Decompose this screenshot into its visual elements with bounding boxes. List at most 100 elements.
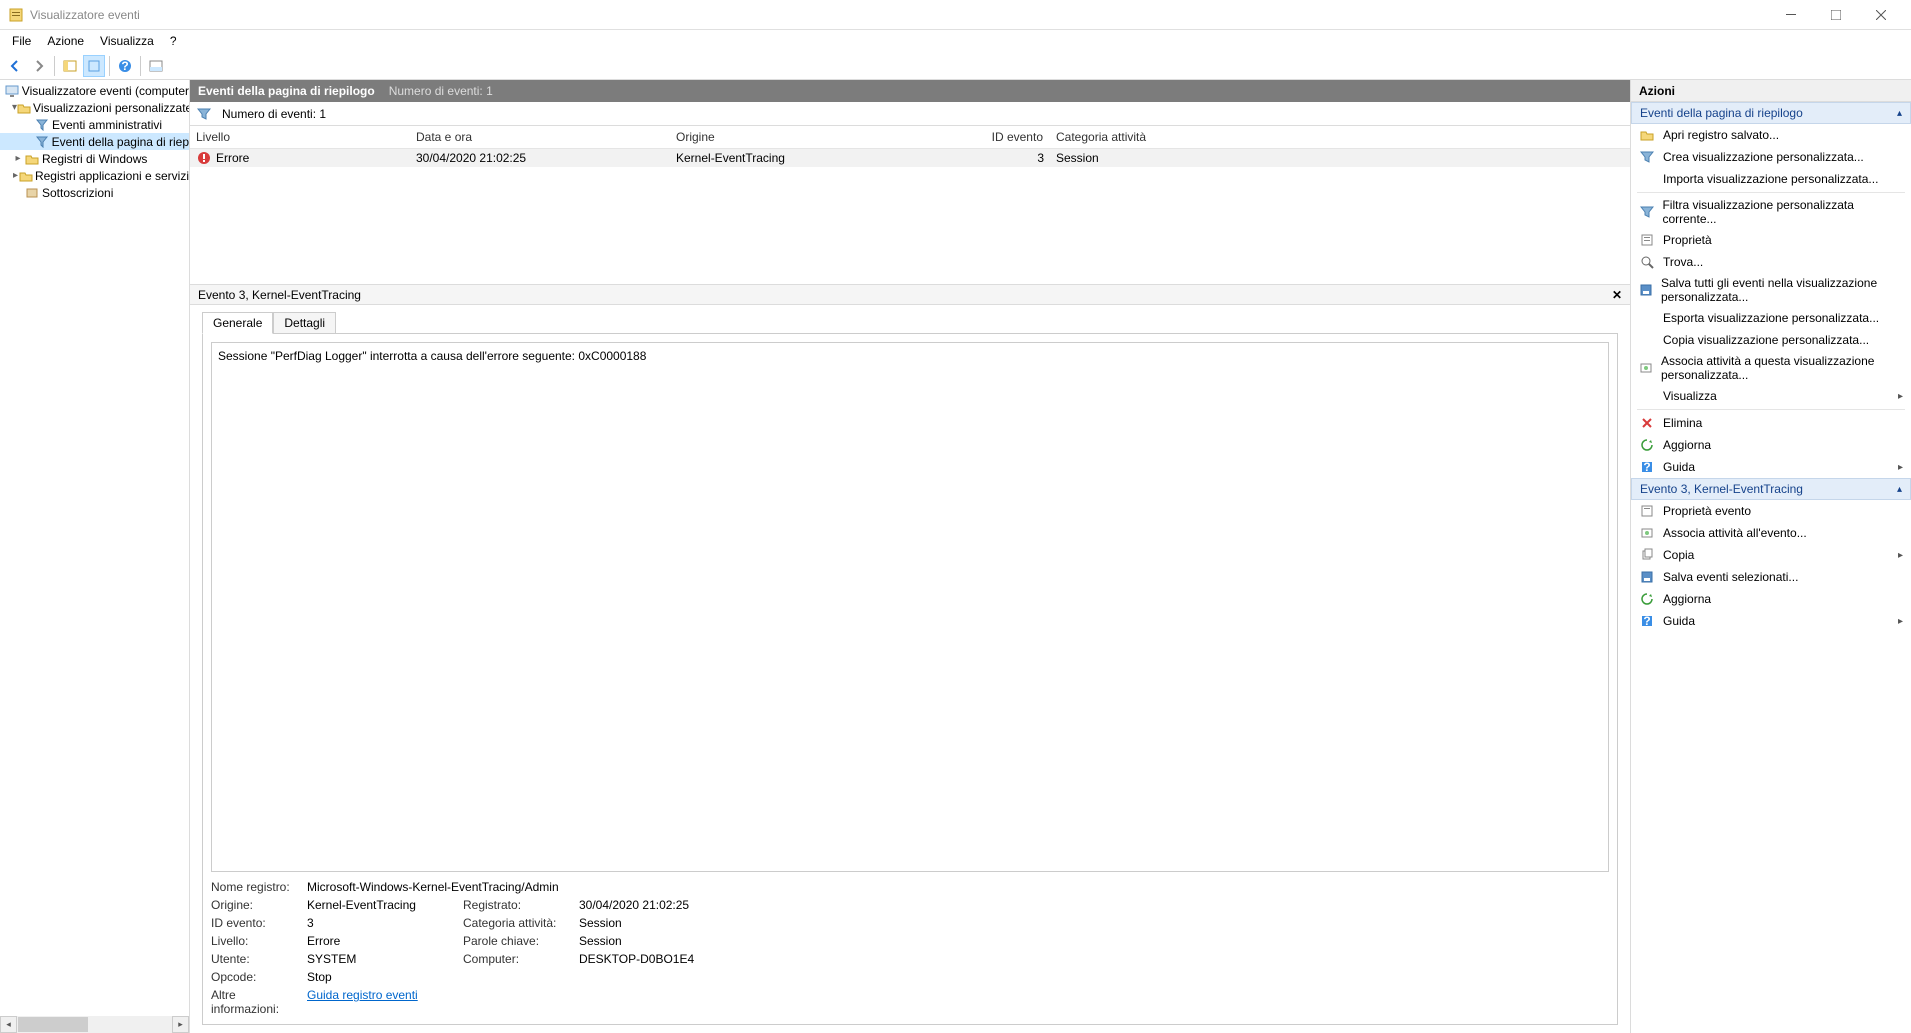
action-attach-task[interactable]: Associa attività a questa visualizzazion… [1631,351,1911,385]
event-row[interactable]: Errore 30/04/2020 21:02:25 Kernel-EventT… [190,149,1630,167]
action-help[interactable]: ?Guida▸ [1631,456,1911,478]
action-attach-event[interactable]: Associa attività all'evento... [1631,522,1911,544]
column-source[interactable]: Origine [670,127,980,147]
copy-icon [1639,547,1655,563]
properties-button[interactable] [83,55,105,77]
val-user: SYSTEM [307,952,457,966]
column-level[interactable]: Livello [190,127,410,147]
actions-title: Azioni [1631,80,1911,102]
column-id[interactable]: ID evento [980,127,1050,147]
blank-icon [1639,171,1655,187]
action-properties[interactable]: Proprietà [1631,229,1911,251]
action-delete[interactable]: Elimina [1631,412,1911,434]
expand-icon[interactable]: ▸ [12,170,19,181]
lbl-log-name: Nome registro: [211,880,301,894]
preview-pane-button[interactable] [145,55,167,77]
actions-section-event[interactable]: Evento 3, Kernel-EventTracing ▴ [1631,478,1911,500]
val-opcode: Stop [307,970,457,984]
action-copy[interactable]: Copia▸ [1631,544,1911,566]
submenu-arrow-icon: ▸ [1898,391,1903,402]
tab-general[interactable]: Generale [202,312,273,334]
tree-subscriptions[interactable]: Sottoscrizioni [0,184,189,201]
lbl-source: Origine: [211,898,301,912]
svg-text:?: ? [1643,460,1650,474]
save-icon [1639,569,1655,585]
cell-id: 3 [980,150,1050,166]
filter-icon [1639,204,1654,220]
action-label: Proprietà [1663,233,1712,247]
error-icon [196,150,212,166]
help-link[interactable]: Guida registro eventi [307,988,418,1002]
tree-custom-views[interactable]: ▾ Visualizzazioni personalizzate [0,99,189,116]
action-view[interactable]: Visualizza▸ [1631,385,1911,407]
column-date[interactable]: Data e ora [410,127,670,147]
action-open-saved[interactable]: Apri registro salvato... [1631,124,1911,146]
menu-action[interactable]: Azione [39,32,92,50]
action-import-view[interactable]: Importa visualizzazione personalizzata..… [1631,168,1911,190]
task-icon [1639,360,1653,376]
action-label: Proprietà evento [1663,504,1751,518]
action-label: Associa attività a questa visualizzazion… [1661,354,1903,382]
menu-help[interactable]: ? [162,32,185,50]
scroll-left-button[interactable]: ◂ [0,1016,17,1033]
menu-file[interactable]: File [4,32,39,50]
lbl-more-info: Altre informazioni: [211,988,301,1016]
toolbar-separator [140,56,141,76]
action-refresh[interactable]: Aggiorna [1631,434,1911,456]
delete-icon [1639,415,1655,431]
action-label: Crea visualizzazione personalizzata... [1663,150,1864,164]
val-level: Errore [307,934,457,948]
action-copy-view[interactable]: Copia visualizzazione personalizzata... [1631,329,1911,351]
tree-label: Registri di Windows [42,152,147,166]
folder-icon [24,151,40,167]
help-button[interactable]: ? [114,55,136,77]
collapse-icon[interactable]: ▴ [1897,484,1902,495]
action-export-view[interactable]: Esporta visualizzazione personalizzata..… [1631,307,1911,329]
grid-header: Livello Data e ora Origine ID evento Cat… [190,126,1630,149]
lbl-computer: Computer: [463,952,573,966]
minimize-button[interactable] [1768,0,1813,30]
show-hide-tree-button[interactable] [59,55,81,77]
action-refresh-event[interactable]: Aggiorna [1631,588,1911,610]
collapse-icon[interactable]: ▴ [1897,108,1902,119]
tree-label: Registri applicazioni e servizi [35,169,189,183]
tree-admin-events[interactable]: Eventi amministrativi [0,116,189,133]
action-save-selected[interactable]: Salva eventi selezionati... [1631,566,1911,588]
scroll-right-button[interactable]: ▸ [172,1016,189,1033]
tree-label: Visualizzazioni personalizzate [33,101,190,115]
center-header: Eventi della pagina di riepilogo Numero … [190,80,1630,102]
action-create-view[interactable]: Crea visualizzazione personalizzata... [1631,146,1911,168]
lbl-level: Livello: [211,934,301,948]
column-category[interactable]: Categoria attività [1050,127,1230,147]
tree-root[interactable]: Visualizzatore eventi (computer [0,82,189,99]
action-label: Associa attività all'evento... [1663,526,1807,540]
close-button[interactable] [1858,0,1903,30]
actions-section-view[interactable]: Eventi della pagina di riepilogo ▴ [1631,102,1911,124]
expand-icon[interactable]: ▸ [12,153,24,164]
event-grid: Livello Data e ora Origine ID evento Cat… [190,126,1630,284]
action-event-props[interactable]: Proprietà evento [1631,500,1911,522]
action-filter-view[interactable]: Filtra visualizzazione personalizzata co… [1631,195,1911,229]
action-save-all[interactable]: Salva tutti gli eventi nella visualizzaz… [1631,273,1911,307]
menu-view[interactable]: Visualizza [92,32,162,50]
tree-windows-logs[interactable]: ▸ Registri di Windows [0,150,189,167]
action-find[interactable]: Trova... [1631,251,1911,273]
toolbar-separator [54,56,55,76]
action-label: Guida [1663,460,1695,474]
tree-label: Visualizzatore eventi (computer [22,84,189,98]
filter-icon [196,106,212,122]
tree-app-services[interactable]: ▸ Registri applicazioni e servizi [0,167,189,184]
scroll-thumb[interactable] [18,1017,88,1032]
titlebar: Visualizzatore eventi [0,0,1911,30]
maximize-button[interactable] [1813,0,1858,30]
tab-details[interactable]: Dettagli [273,312,336,334]
window-title: Visualizzatore eventi [30,8,1768,22]
action-help-event[interactable]: ?Guida▸ [1631,610,1911,632]
forward-button[interactable] [28,55,50,77]
close-detail-button[interactable]: ✕ [1612,288,1622,302]
val-category: Session [579,916,739,930]
event-properties: Nome registro: Microsoft-Windows-Kernel-… [211,880,1609,1016]
tree-scrollbar[interactable]: ◂ ▸ [0,1016,189,1033]
tree-summary-events[interactable]: Eventi della pagina di riep [0,133,189,150]
back-button[interactable] [4,55,26,77]
